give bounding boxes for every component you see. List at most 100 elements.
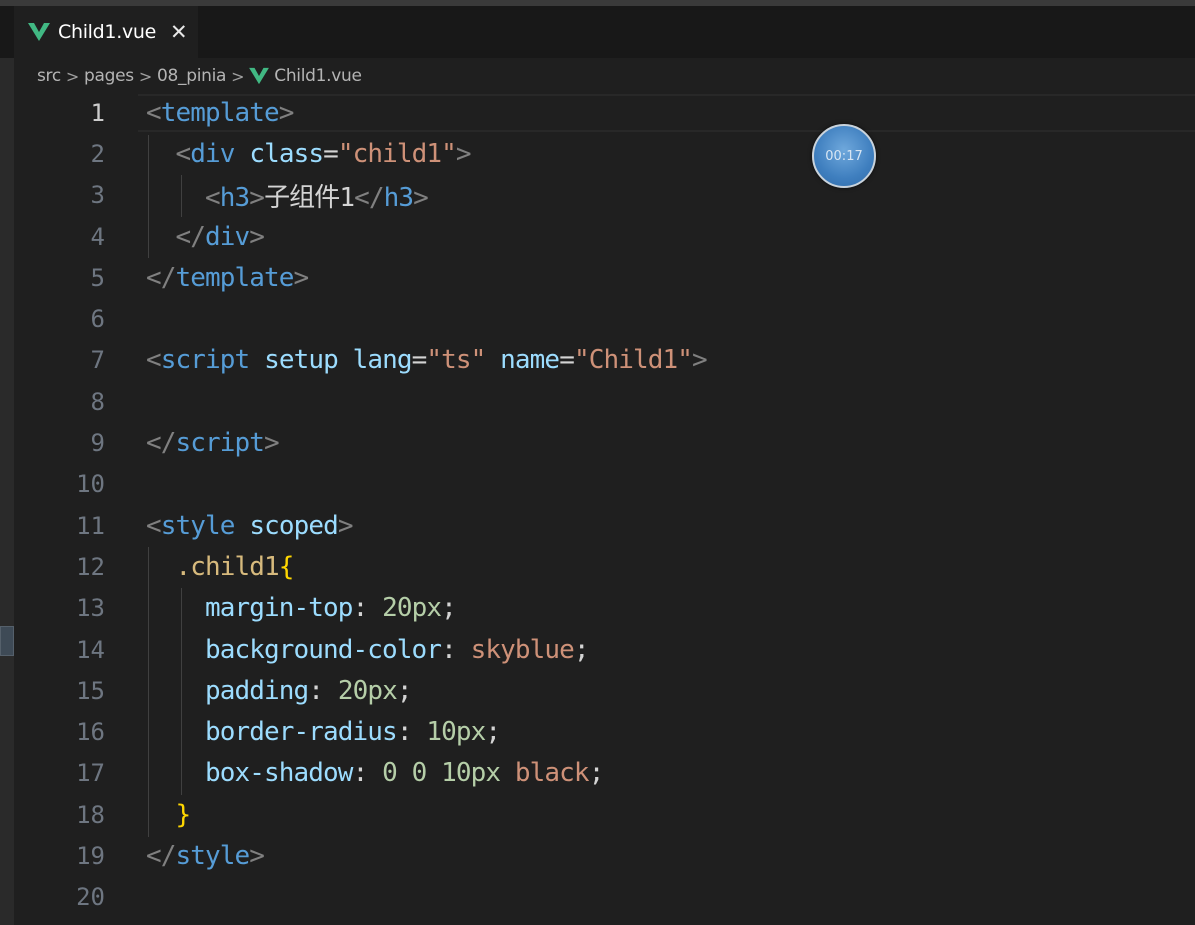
code-line[interactable]: 15 padding: 20px; (0, 670, 1195, 711)
code-token: ; (485, 717, 501, 748)
line-number: 12 (76, 552, 105, 581)
code-token: margin-top (205, 593, 353, 624)
code-token: ; (588, 758, 605, 789)
line-number: 5 (90, 263, 105, 292)
code-line[interactable]: 18 } (0, 794, 1195, 835)
code-token: background-color (205, 634, 442, 665)
breadcrumb-item-file[interactable]: Child1.vue (274, 66, 362, 86)
line-number: 19 (76, 841, 105, 870)
code-token: skyblue (470, 634, 575, 665)
code-token: style (160, 510, 236, 541)
code-token: < (146, 345, 162, 376)
code-line[interactable]: 8 (0, 381, 1195, 422)
code-token: script (160, 345, 250, 376)
code-token: </ (146, 840, 176, 871)
code-text: padding: 20px; (146, 676, 412, 706)
code-text: } (146, 800, 192, 830)
breadcrumb-item-08-pinia[interactable]: 08_pinia (157, 66, 226, 86)
breadcrumb-item-src[interactable]: src (37, 66, 61, 86)
code-line[interactable]: 20 (0, 877, 1195, 918)
code-token: setup (264, 345, 339, 376)
code-line[interactable]: 11 <style scoped> (0, 505, 1195, 546)
code-line[interactable]: 2 <div class="child1"> (0, 133, 1195, 174)
code-token: < (205, 182, 221, 213)
code-token: > (691, 345, 708, 376)
tab-child1-vue[interactable]: Child1.vue ✕ (14, 6, 198, 58)
code-token: : (441, 634, 471, 665)
tab-label: Child1.vue (58, 21, 157, 43)
code-editor[interactable]: 1 <template> 2 <div class="child1"> 3 <h3>子… (0, 92, 1195, 918)
code-token: div (190, 138, 235, 169)
code-token: 0 (382, 758, 398, 789)
code-line[interactable]: 9 </script> (0, 422, 1195, 463)
code-token: { (278, 551, 295, 582)
code-line[interactable]: 4 </div> (0, 216, 1195, 257)
code-token: script (175, 428, 265, 459)
code-text: margin-top: 20px; (146, 593, 457, 624)
close-icon[interactable]: ✕ (170, 20, 188, 44)
code-token: black (514, 758, 590, 789)
code-line[interactable]: 1 <template> (0, 92, 1195, 133)
code-text: box-shadow: 0 0 10px black; (146, 758, 605, 789)
code-token: "ts" (426, 345, 486, 376)
code-line[interactable]: 19 </style> (0, 835, 1195, 876)
code-text: <template> (146, 98, 294, 128)
code-token: "Child1" (573, 345, 693, 376)
line-number: 11 (76, 511, 105, 540)
code-token: = (323, 138, 339, 169)
code-line[interactable]: 7 <script setup lang="ts" name="Child1"> (0, 340, 1195, 381)
code-line[interactable]: 13 margin-top: 20px; (0, 588, 1195, 629)
code-token: </ (146, 428, 176, 459)
line-number: 1 (90, 98, 105, 127)
code-token: > (278, 97, 295, 128)
line-number: 10 (76, 470, 105, 499)
code-token: = (559, 345, 575, 376)
code-line[interactable]: 6 (0, 298, 1195, 339)
code-token: div (205, 221, 250, 252)
tab-bar: Child1.vue ✕ (0, 6, 1195, 58)
line-number: 3 (90, 181, 105, 210)
code-line[interactable]: 12 .child1{ (0, 546, 1195, 587)
code-token: < (146, 97, 162, 128)
vscode-editor-window: Child1.vue ✕ src > pages > 08_pinia > Ch… (0, 0, 1195, 925)
code-token: < (175, 138, 192, 169)
code-text: <div class="child1"> (146, 138, 472, 169)
code-token: class (249, 138, 324, 169)
recording-timer-badge[interactable]: 00:17 (812, 124, 876, 188)
line-number: 20 (76, 883, 105, 912)
line-number: 16 (76, 718, 105, 747)
code-token: > (249, 840, 265, 871)
line-number: 17 (76, 759, 105, 788)
breadcrumb-item-pages[interactable]: pages (84, 66, 134, 86)
code-token: .child1 (175, 551, 280, 582)
code-line[interactable]: 3 <h3>子组件1</h3> (0, 175, 1195, 216)
code-line[interactable]: 16 border-radius: 10px; (0, 711, 1195, 752)
chevron-right-icon: > (138, 66, 152, 86)
code-token: > (413, 182, 429, 213)
code-token: : (352, 593, 383, 624)
line-number: 9 (90, 429, 105, 458)
code-line[interactable]: 5 </template> (0, 257, 1195, 298)
code-line[interactable]: 10 (0, 464, 1195, 505)
line-number: 2 (90, 139, 105, 168)
code-line[interactable]: 14 background-color: skyblue; (0, 629, 1195, 670)
code-line[interactable]: 17 box-shadow: 0 0 10px black; (0, 753, 1195, 794)
chevron-right-icon: > (231, 66, 245, 86)
code-token: template (160, 97, 280, 128)
code-token: > (455, 138, 472, 169)
code-token: > (293, 262, 310, 293)
code-text: </style> (146, 840, 265, 871)
line-number: 15 (76, 676, 105, 705)
